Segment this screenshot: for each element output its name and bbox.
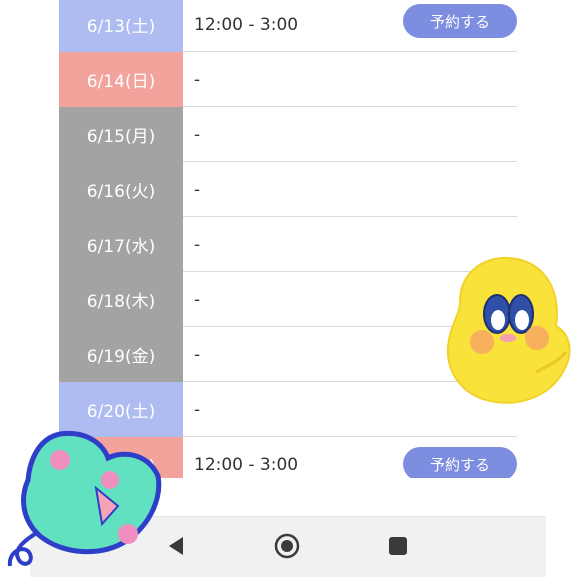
yellow-duck-sticker (446, 256, 571, 404)
green-frog-balloon-sticker (7, 430, 162, 567)
time-slot: - (194, 289, 201, 310)
time-slot: - (194, 69, 201, 90)
date-cell: 6/18(木) (59, 272, 183, 327)
time-slot: - (194, 344, 201, 365)
time-slot: - (194, 399, 201, 420)
square-recents-icon[interactable] (383, 531, 413, 561)
time-slot: 12:00 - 3:00 (194, 454, 299, 475)
circle-home-icon[interactable] (272, 531, 302, 561)
time-slot: - (194, 234, 201, 255)
schedule-row: 6/14(日) - (59, 52, 517, 107)
time-slot: 12:00 - 3:00 (194, 14, 299, 35)
schedule-row: 6/15(月) - (59, 107, 517, 162)
schedule-row: 6/16(火) - (59, 162, 517, 217)
time-slot: - (194, 179, 201, 200)
date-cell: 6/15(月) (59, 107, 183, 162)
date-cell: 6/17(水) (59, 217, 183, 272)
date-cell: 6/19(金) (59, 327, 183, 382)
schedule-row: 6/13(土) 12:00 - 3:00 予約する (59, 0, 517, 52)
date-cell: 6/14(日) (59, 52, 183, 107)
reserve-button[interactable]: 予約する (403, 447, 517, 478)
reserve-button[interactable]: 予約する (403, 4, 517, 38)
date-cell: 6/16(火) (59, 162, 183, 217)
date-cell: 6/13(土) (59, 0, 183, 52)
time-slot: - (194, 124, 201, 145)
